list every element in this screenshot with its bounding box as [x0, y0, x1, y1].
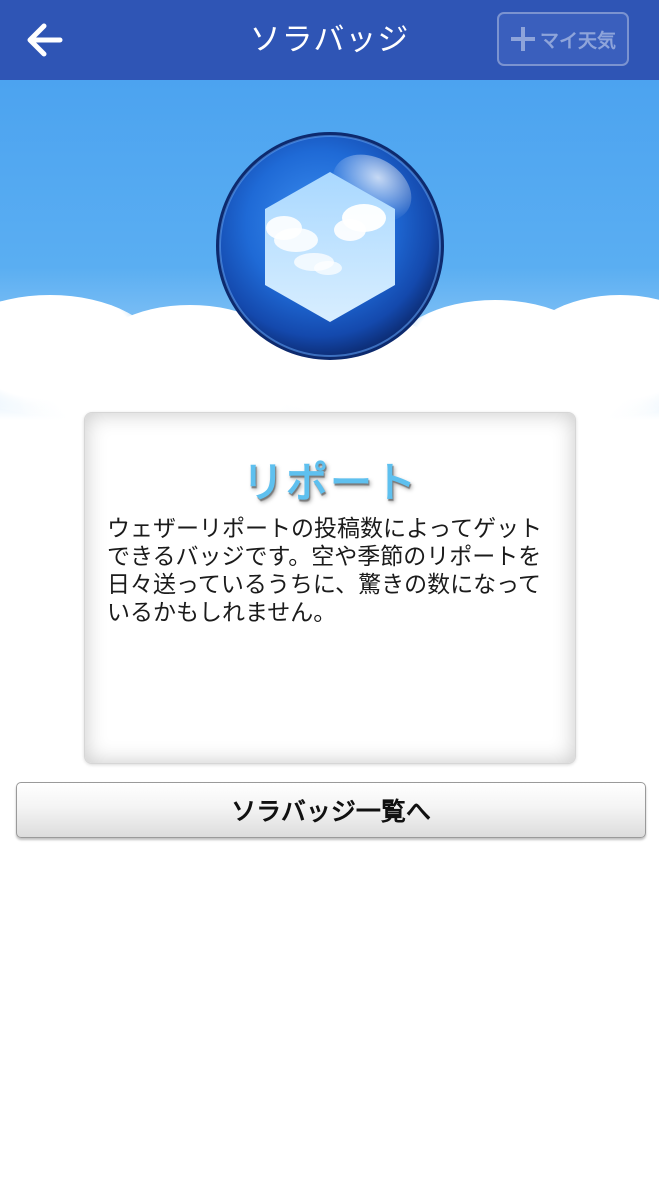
report-badge-emblem [216, 132, 444, 360]
badge-list-button[interactable]: ソラバッジ一覧へ [16, 782, 646, 838]
add-my-weather-button[interactable]: マイ天気 [497, 12, 629, 66]
badge-detail-screen: ソラバッジ マイ天気 リポート ウェザーリポートの投稿数によってゲットできるバッ… [0, 0, 659, 1200]
arrow-left-icon [27, 23, 63, 57]
add-my-weather-label: マイ天気 [539, 29, 616, 52]
badge-name: リポート [241, 458, 418, 507]
back-button[interactable] [22, 18, 68, 62]
badge-list-button-label: ソラバッジ一覧へ [231, 797, 431, 826]
badge-description: ウェザーリポートの投稿数によってゲットできるバッジです。空や季節のリポートを日々… [107, 516, 543, 626]
plus-icon [510, 27, 535, 51]
top-navigation-bar: ソラバッジ マイ天気 [0, 0, 659, 80]
badge-info-card: リポート ウェザーリポートの投稿数によってゲットできるバッジです。空や季節のリポ… [84, 412, 576, 764]
